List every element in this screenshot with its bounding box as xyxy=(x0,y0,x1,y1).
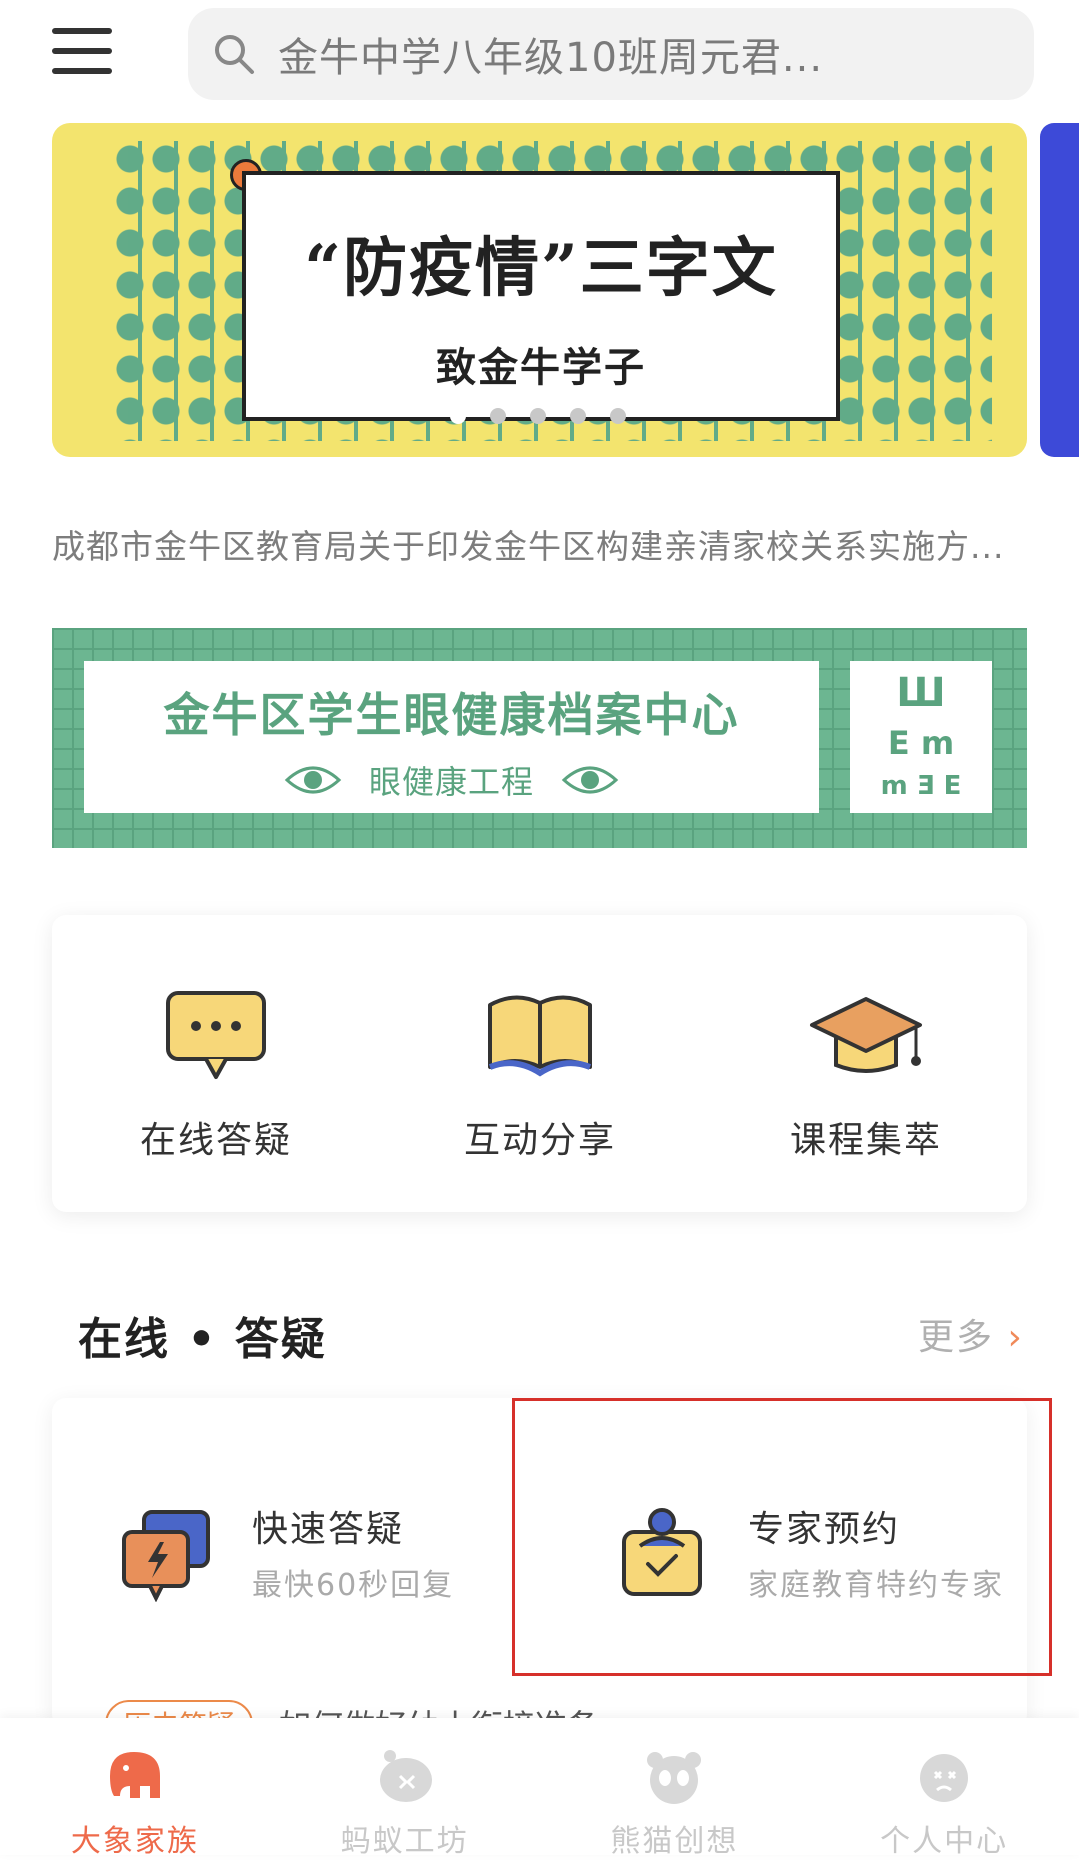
lightning-chat-icon xyxy=(122,1510,210,1602)
carousel-dot[interactable] xyxy=(610,408,626,424)
tab-label: 蚂蚁工坊 xyxy=(340,1824,469,1859)
service-desc: 最快60秒回复 xyxy=(252,1568,455,1603)
chat-bubble-icon xyxy=(166,991,266,1079)
section-title: 在线 • 答疑 xyxy=(78,1314,327,1365)
carousel-dot[interactable] xyxy=(570,408,586,424)
graduation-cap-icon xyxy=(810,997,922,1073)
quick-entry-card: 在线答疑 互动分享 课程集萃 xyxy=(52,915,1027,1212)
panda-icon xyxy=(647,1752,702,1804)
eye-chart-row: Ш xyxy=(896,670,946,716)
eye-chart-row: E m xyxy=(887,724,955,762)
tab-personal-center[interactable]: 个人中心 xyxy=(809,1718,1079,1859)
ant-icon xyxy=(379,1750,432,1802)
quick-entry-label: 在线答疑 xyxy=(139,1120,292,1161)
tab-label: 大象家族 xyxy=(70,1824,199,1859)
tab-panda-ideas[interactable]: 熊猫创想 xyxy=(540,1718,810,1859)
menu-icon-bar xyxy=(52,28,112,34)
carousel-dots xyxy=(450,408,626,424)
elephant-icon xyxy=(109,1752,160,1798)
search-icon xyxy=(215,35,254,74)
quick-entry-label: 互动分享 xyxy=(463,1120,616,1161)
tab-elephant-family[interactable]: 大象家族 xyxy=(0,1718,270,1859)
eye-health-subtitle: 眼健康工程 xyxy=(368,763,534,801)
bottom-tab-bar: 大象家族 蚂蚁工坊 熊猫创想 个人中心 xyxy=(0,1718,1079,1859)
eye-icon xyxy=(284,766,342,794)
carousel-banner[interactable]: “防疫情”三字文 致金牛学子 xyxy=(52,123,1027,457)
carousel-dot[interactable] xyxy=(530,408,546,424)
user-face-icon xyxy=(920,1754,969,1802)
menu-button[interactable] xyxy=(52,28,112,80)
carousel-next-slide[interactable] xyxy=(1040,123,1079,457)
quick-entry-courses[interactable]: 课程集萃 xyxy=(766,985,966,1163)
tab-ant-workshop[interactable]: 蚂蚁工坊 xyxy=(270,1718,540,1859)
tab-label: 熊猫创想 xyxy=(610,1824,739,1859)
more-link[interactable]: 更多 › xyxy=(918,1308,1024,1360)
eye-health-panel: 金牛区学生眼健康档案中心 眼健康工程 xyxy=(84,661,819,813)
eye-chart-row: m Ǝ E xyxy=(880,771,962,801)
banner-title: “防疫情”三字文 xyxy=(304,231,778,306)
more-label: 更多 xyxy=(918,1317,995,1358)
carousel-dot[interactable] xyxy=(450,408,466,424)
carousel-dot[interactable] xyxy=(490,408,506,424)
chevron-right-icon: › xyxy=(1007,1317,1024,1358)
quick-entry-online-qa[interactable]: 在线答疑 xyxy=(116,985,316,1163)
service-title: 快速答疑 xyxy=(252,1509,405,1550)
menu-icon-bar xyxy=(52,68,112,74)
banner-subtitle: 致金牛学子 xyxy=(436,345,646,391)
search-input[interactable]: 金牛中学八年级10班周元君... xyxy=(278,25,1018,83)
tab-label: 个人中心 xyxy=(880,1824,1009,1859)
quick-entry-label: 课程集萃 xyxy=(789,1120,942,1161)
search-bar[interactable]: 金牛中学八年级10班周元君... xyxy=(188,8,1034,100)
eye-icon xyxy=(561,766,619,794)
banner-card: “防疫情”三字文 致金牛学子 xyxy=(242,171,840,421)
eye-health-title: 金牛区学生眼健康档案中心 xyxy=(163,688,740,742)
fast-qa-entry[interactable]: 快速答疑 最快60秒回复 xyxy=(116,1500,454,1604)
notice-link[interactable]: 成都市金牛区教育局关于印发金牛区构建亲清家校关系实施方... xyxy=(52,520,1027,568)
quick-entry-share[interactable]: 互动分享 xyxy=(440,985,640,1163)
eye-chart: Ш E m m Ǝ E xyxy=(850,661,992,813)
open-book-icon xyxy=(488,995,592,1077)
menu-icon-bar xyxy=(52,48,112,54)
selection-highlight xyxy=(512,1398,1052,1676)
eye-health-banner[interactable]: 金牛区学生眼健康档案中心 眼健康工程 Ш E m m Ǝ E xyxy=(52,628,1027,848)
